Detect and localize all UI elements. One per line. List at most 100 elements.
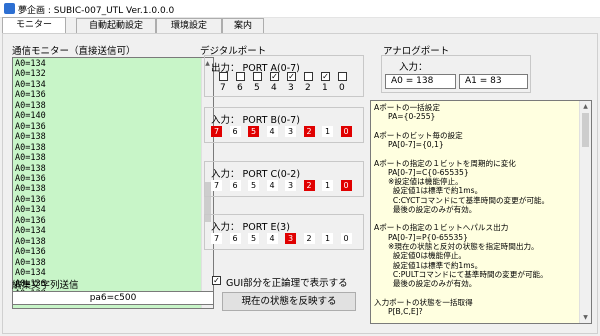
analog-a1-value: A1 = 83	[459, 74, 528, 89]
port-c-bit-3: 3	[285, 180, 296, 191]
help-line	[374, 122, 549, 131]
analog-input-group: 入力： A0 = 138 A1 = 83	[381, 55, 531, 93]
help-lines: Aポートの一括設定 PA={0-255} Aポートのビット毎の設定 PA[0-7]=…	[374, 103, 550, 323]
help-line: PA[0-7]=P{0-65535}	[388, 232, 468, 242]
help-line: P[B,C,E]?	[388, 306, 423, 316]
port-c-bit-5: 5	[248, 180, 259, 191]
port-a-group: 出力： PORT A(0-7) 7 6 5 ✓ 4 ✓ 3 2 ✓ 1 0	[204, 55, 364, 97]
monitor-label: 通信モニター（直接送信可）	[12, 46, 136, 57]
help-line: C:CYCTコマンドにて基準時間の変更が可能。	[388, 195, 550, 205]
port-c-bit-0: 0	[340, 180, 352, 191]
port-c-bit-6: 6	[229, 180, 241, 191]
port-a-bit-0-checkbox[interactable]	[338, 72, 347, 81]
tab-settings[interactable]: 環境設定	[156, 18, 222, 33]
gui-logic-checkbox[interactable]: ✓	[212, 276, 221, 285]
port-b-bit-1: 1	[322, 126, 333, 137]
monitor-line: A0=138	[15, 132, 46, 143]
help-scroll-down-icon[interactable]: ▼	[580, 312, 591, 323]
monitor-line: A0=138	[15, 142, 46, 153]
port-a-bit-6-checkbox[interactable]	[236, 72, 245, 81]
help-line: ※現在の状態と反対の状態を指定時間出力。	[388, 241, 539, 251]
port-e-bit-1: 1	[322, 233, 333, 244]
monitor-line: A0=136	[15, 194, 46, 205]
title-bar: 夢企画 : SUBIC-007_UTL Ver.1.0.0.0	[0, 0, 600, 18]
monitor-line: A0=136	[15, 247, 46, 258]
port-e-label: 入力： PORT E(3)	[211, 222, 290, 233]
port-b-bit-3: 3	[285, 126, 296, 137]
port-a-bit-label: 0	[339, 83, 345, 93]
port-b-bit-7: 7	[211, 126, 222, 137]
monitor-textbox[interactable]: A0=134 A0=132 A0=134 A0=136 A0=138 A0=140 A0=1…	[12, 57, 214, 309]
monitor-line: A0=134	[15, 59, 46, 69]
monitor-line: A0=134	[15, 205, 46, 216]
monitor-line: A0=136	[15, 121, 46, 132]
monitor-line: A0=138	[15, 236, 46, 247]
monitor-lines: A0=134 A0=132 A0=134 A0=136 A0=138 A0=140 A0=1…	[15, 59, 46, 299]
port-c-label: 入力： PORT C(0-2)	[211, 169, 301, 180]
tab-autostart[interactable]: 自動起動設定	[76, 18, 156, 33]
port-e-group: 入力： PORT E(3) 76543210	[204, 214, 364, 250]
help-line: 設定値0は機能停止。	[388, 251, 467, 261]
help-line: 設定値1は標準で約1ms。	[388, 260, 483, 270]
port-a-bit-label: 1	[322, 83, 328, 93]
port-b-bit-0: 0	[340, 126, 352, 137]
port-a-bit-1-checkbox[interactable]: ✓	[321, 72, 330, 81]
help-line: Aポートの指定の１ビットを周期的に変化	[374, 158, 516, 168]
port-c-bit-2: 2	[303, 180, 315, 191]
port-a-bit-3-checkbox[interactable]: ✓	[287, 72, 296, 81]
help-scroll-up-icon[interactable]: ▲	[580, 101, 591, 112]
port-c-bit-7: 7	[211, 180, 222, 191]
help-line: C:PULTコマンドにて基準時間の変更が可能。	[388, 269, 548, 279]
send-input[interactable]: pa6=c500	[12, 291, 214, 305]
port-a-bit-5-checkbox[interactable]	[253, 72, 262, 81]
port-e-bit-6: 6	[229, 233, 241, 244]
monitor-line: A0=136	[15, 90, 46, 101]
monitor-line: A0=138	[15, 184, 46, 195]
port-a-bit-label: 6	[237, 83, 243, 93]
window-title: 夢企画 : SUBIC-007_UTL Ver.1.0.0.0	[18, 6, 175, 16]
port-a-bit-label: 3	[288, 83, 294, 93]
help-line: ※設定値は機能停止。	[388, 177, 463, 187]
analog-a0-value: A0 = 138	[385, 74, 456, 89]
monitor-line: A0=134	[15, 226, 46, 237]
port-b-bit-5: 5	[248, 126, 259, 137]
monitor-line: A0=136	[15, 215, 46, 226]
help-line: PA[0-7]={0,1}	[388, 140, 444, 150]
monitor-line: A0=138	[15, 163, 46, 174]
help-line	[374, 149, 549, 158]
tab-monitor[interactable]: モニター	[2, 17, 66, 34]
port-e-bit-7: 7	[211, 233, 222, 244]
help-line: 最後の設定のみが有効。	[388, 204, 477, 214]
port-e-bit-5: 5	[248, 233, 259, 244]
port-e-bit-2: 2	[303, 233, 315, 244]
port-a-bit-7-checkbox[interactable]	[219, 72, 228, 81]
help-line: PA[0-7]=C{0-65535}	[388, 167, 469, 177]
help-line	[374, 316, 549, 323]
help-line: Aポートのビット毎の設定	[374, 130, 463, 140]
port-e-bit-4: 4	[266, 233, 278, 244]
help-line: 設定値1は標準で約1ms。	[388, 186, 483, 196]
reflect-state-button[interactable]: 現在の状態を反映する	[222, 292, 356, 311]
port-b-bit-2: 2	[303, 126, 315, 137]
monitor-line: A0=134	[15, 79, 46, 90]
help-line: Aポートの指定の１ビットへパルス出力	[374, 223, 509, 233]
port-a-bit-label: 5	[254, 83, 260, 93]
help-line: 最後の設定のみが有効。	[388, 279, 477, 289]
help-textbox[interactable]: Aポートの一括設定 PA={0-255} Aポートのビット毎の設定 PA[0-7]=…	[370, 100, 592, 324]
port-a-bit-2-checkbox[interactable]	[304, 72, 313, 81]
monitor-line: A0=140	[15, 111, 46, 122]
monitor-line: A0=132	[15, 69, 46, 80]
tab-guide[interactable]: 案内	[222, 18, 264, 33]
port-b-label: 入力： PORT B(0-7)	[211, 115, 300, 126]
monitor-line: A0=138	[15, 100, 46, 111]
help-scrollbar[interactable]: ▲ ▼	[579, 101, 591, 323]
monitor-line: A0=136	[15, 173, 46, 184]
port-a-bit-label: 2	[305, 83, 311, 93]
port-b-group: 入力： PORT B(0-7) 76543210	[204, 107, 364, 143]
port-a-bit-4-checkbox[interactable]: ✓	[270, 72, 279, 81]
monitor-line: A0=138	[15, 257, 46, 268]
port-c-bit-1: 1	[322, 180, 333, 191]
help-scroll-thumb[interactable]	[582, 113, 589, 147]
app-icon	[4, 3, 15, 14]
help-line: 入力ポートの状態を一括取得	[374, 297, 473, 307]
